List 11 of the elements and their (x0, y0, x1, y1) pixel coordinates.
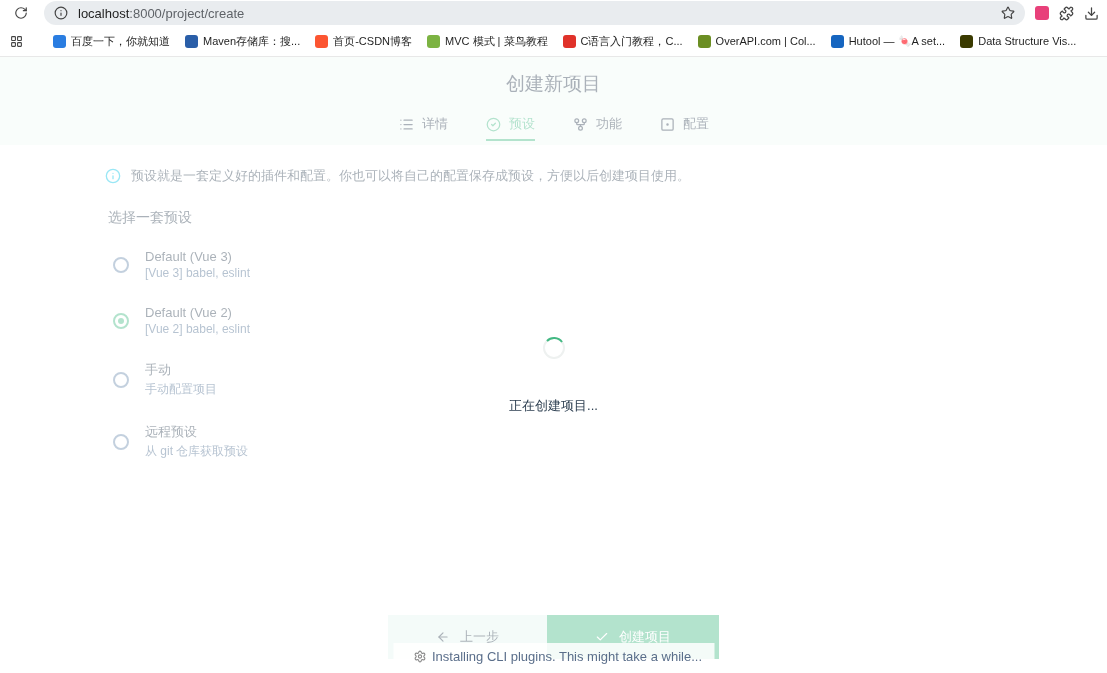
preset-name: Default (Vue 2) (145, 305, 233, 320)
section-label: 选择一套预设 (107, 209, 193, 227)
page-title: 创建新项目 (506, 72, 601, 96)
loading-message: 正在创建项目... (509, 397, 598, 415)
preset-name: Default (Vue 3) (145, 249, 233, 264)
preset-description: 从 git 仓库获取预设 (145, 443, 249, 460)
preset-name: 远程预设 (145, 423, 198, 441)
preset-description: [Vue 2] babel, eslint (145, 322, 250, 336)
url-text: localhost:8000/project/create (78, 5, 246, 21)
preset-name: 手动 (145, 361, 172, 379)
preset-description: [Vue 3] babel, eslint (145, 266, 250, 280)
